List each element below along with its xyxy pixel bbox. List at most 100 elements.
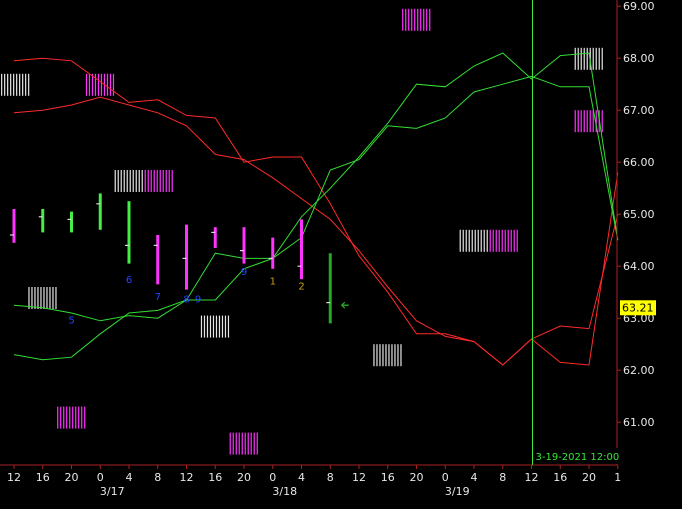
stripe-line	[120, 170, 122, 192]
stripe-line	[586, 47, 588, 70]
stripe-line	[165, 170, 167, 192]
stripe-line	[586, 110, 588, 133]
x-tick-label: 20	[410, 471, 424, 484]
stripe-line	[592, 47, 594, 70]
stripe-line	[388, 344, 390, 367]
y-tick-label: 68.00	[623, 52, 655, 65]
stripe-line	[376, 344, 378, 367]
stripe-line	[391, 344, 393, 367]
stripe-line	[241, 432, 243, 455]
stripe-line	[507, 229, 509, 252]
stripe-line	[69, 406, 71, 429]
stripe-line	[97, 73, 100, 96]
stripe-line	[583, 47, 585, 70]
stripe-line	[489, 229, 491, 252]
stripe-line	[209, 315, 212, 338]
x-tick-label: 0	[97, 471, 104, 484]
stripe-line	[580, 47, 582, 70]
stripe-line	[150, 170, 152, 192]
stripe-line	[144, 170, 146, 192]
x-tick-label: 16	[208, 471, 222, 484]
stripe-line	[402, 8, 404, 31]
cursor-label: 3-19-2021 12:00	[536, 452, 620, 463]
stripe-line	[577, 47, 579, 70]
stripe-line	[100, 73, 103, 96]
stripe-line	[10, 73, 12, 96]
x-tick-label: 20	[237, 471, 251, 484]
stripe-line	[477, 229, 479, 252]
stripe-line	[60, 406, 62, 429]
stripe-line	[114, 170, 116, 192]
stripe-line	[132, 170, 134, 192]
stripe-line	[426, 8, 428, 31]
stripe-line	[397, 344, 399, 367]
stripe-line	[235, 432, 237, 455]
stripe-line	[227, 315, 230, 338]
x-tick-label: 4	[126, 471, 133, 484]
stripe-line	[203, 315, 206, 338]
x-tick-label: 1	[614, 471, 621, 484]
stripe-line	[109, 73, 112, 96]
price-chart[interactable]: 567 8 991 2 61.0062.0063.0064.0065.0066.006…	[0, 0, 682, 509]
stripe-line	[126, 170, 128, 192]
stripe-line	[16, 73, 18, 96]
stripe-line	[19, 73, 21, 96]
stripe-line	[580, 110, 582, 133]
stripe-line	[465, 229, 467, 252]
stripe-line	[574, 110, 576, 133]
stripe-line	[159, 170, 161, 192]
stripe-line	[7, 73, 9, 96]
stripe-line	[408, 8, 410, 31]
x-date-label: 3/17	[100, 485, 125, 498]
stripe-line	[156, 170, 158, 192]
stripe-line	[22, 73, 24, 96]
x-tick-label: 20	[65, 471, 79, 484]
x-tick-label: 8	[327, 471, 334, 484]
stripe-line	[55, 287, 57, 309]
stripe-line	[229, 432, 231, 455]
stripe-line	[373, 344, 375, 367]
stripe-line	[250, 432, 252, 455]
stripe-line	[474, 229, 476, 252]
stripe-line	[78, 406, 80, 429]
stripe-line	[212, 315, 215, 338]
stripe-line	[574, 47, 576, 70]
stripe-line	[206, 315, 209, 338]
stripe-line	[480, 229, 482, 252]
stripe-line	[595, 47, 597, 70]
stripe-line	[37, 287, 39, 309]
stripe-line	[40, 287, 42, 309]
stripe-line	[414, 8, 416, 31]
x-tick-label: 8	[499, 471, 506, 484]
stripe-line	[123, 170, 125, 192]
stripe-line	[200, 315, 203, 338]
bar-count-label: 6	[126, 275, 132, 286]
stripe-line	[232, 432, 234, 455]
stripe-line	[141, 170, 143, 192]
stripe-line	[72, 406, 74, 429]
stripe-line	[147, 170, 149, 192]
y-tick-label: 67.00	[623, 104, 655, 117]
stripe-line	[1, 73, 3, 96]
stripe-line	[394, 344, 396, 367]
stripe-line	[57, 406, 59, 429]
y-tick-label: 64.00	[623, 260, 655, 273]
stripe-line	[495, 229, 497, 252]
stripe-line	[405, 8, 407, 31]
x-tick-label: 0	[269, 471, 276, 484]
stripe-line	[135, 170, 137, 192]
stripe-line	[28, 287, 30, 309]
y-tick-label: 65.00	[623, 208, 655, 221]
stripe-line	[84, 406, 86, 429]
y-tick-label: 69.00	[623, 0, 655, 13]
stripe-line	[238, 432, 240, 455]
stripe-line	[215, 315, 218, 338]
stripe-line	[468, 229, 470, 252]
stripe-line	[598, 47, 600, 70]
bar-count-label: 5	[68, 315, 74, 326]
stripe-line	[88, 73, 91, 96]
stripe-line	[411, 8, 413, 31]
bar-count-label: 7	[155, 292, 161, 303]
stripe-line	[253, 432, 255, 455]
stripe-line	[382, 344, 384, 367]
